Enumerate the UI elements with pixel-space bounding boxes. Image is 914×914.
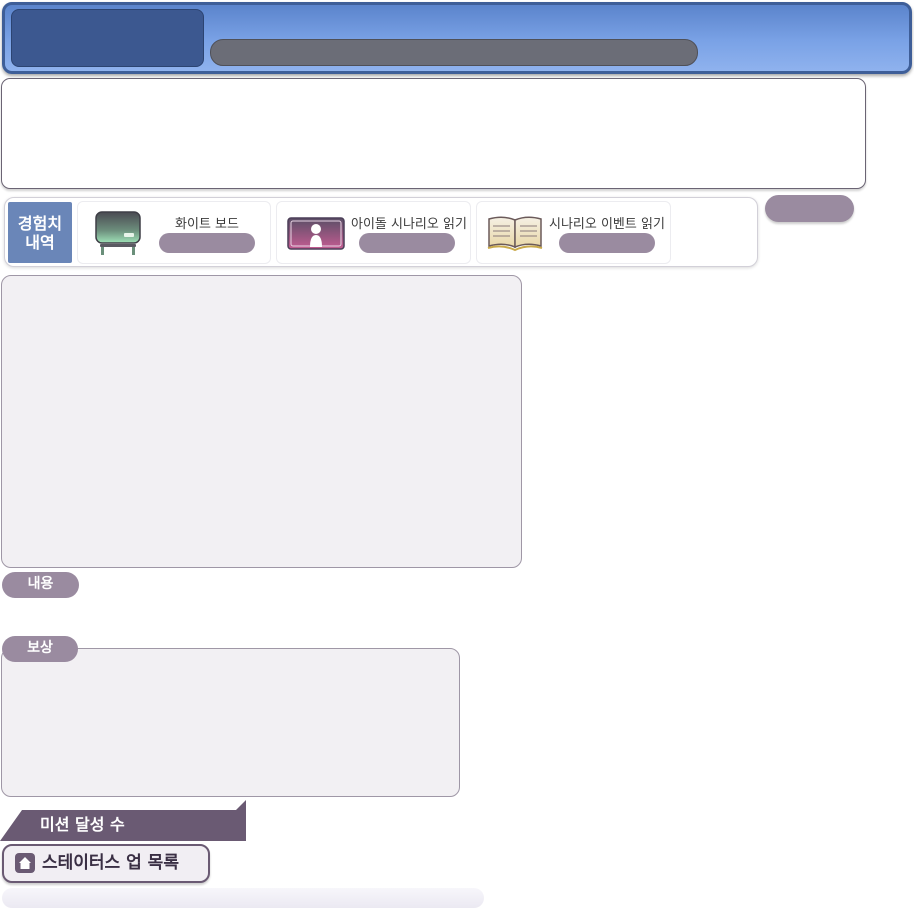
- experience-value-bar: [359, 233, 455, 253]
- header-title-block: [11, 9, 204, 67]
- side-pill-button[interactable]: [765, 195, 854, 222]
- experience-value-bar: [559, 233, 655, 253]
- experience-item-label: 화이트 보드: [175, 217, 239, 232]
- description-box: [1, 78, 866, 189]
- experience-title-line1: 경험치: [17, 213, 63, 233]
- bottom-list-bar: [2, 888, 484, 908]
- mission-count-label: 미션 달성 수: [40, 815, 125, 834]
- reward-panel: [1, 648, 460, 797]
- reward-label-tag: 보상: [2, 636, 78, 662]
- experience-value-bar: [159, 233, 255, 253]
- whiteboard-icon: [94, 211, 142, 256]
- header-subtitle-pill: [210, 39, 698, 66]
- idol-scenario-icon: [286, 214, 346, 254]
- content-label-tag: 내용: [2, 572, 79, 598]
- experience-item-label: 시나리오 이벤트 읽기: [549, 217, 665, 232]
- experience-item-label: 아이돌 시나리오 읽기: [351, 217, 467, 232]
- home-icon: [15, 853, 35, 873]
- experience-title-line2: 내역: [25, 232, 55, 252]
- status-up-list-label: 스테이터스 업 목록: [42, 853, 179, 873]
- content-panel: [1, 275, 522, 568]
- experience-title: 경험치 내역: [8, 202, 72, 263]
- open-book-icon: [486, 214, 544, 252]
